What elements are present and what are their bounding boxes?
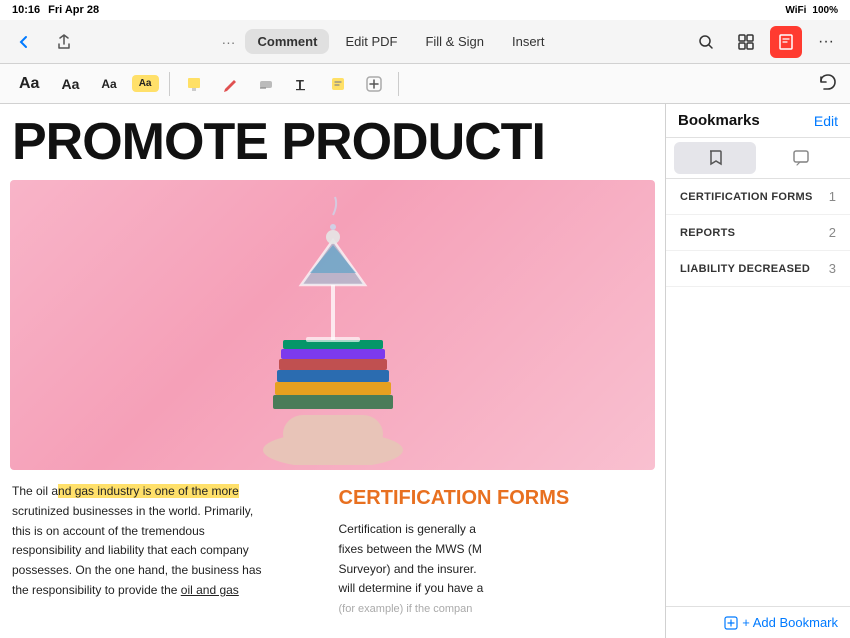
page-content: PROMOTE PRODUCTI xyxy=(0,104,665,638)
add-bookmark-button[interactable]: + Add Bookmark xyxy=(724,615,838,630)
document-image xyxy=(10,180,655,470)
status-left: 10:16 Fri Apr 28 xyxy=(12,4,99,16)
sidebar-title: Bookmarks xyxy=(678,112,760,129)
document-area: PROMOTE PRODUCTI xyxy=(0,104,665,638)
bookmark-number-3: 3 xyxy=(829,261,836,276)
highlight-tool-button[interactable] xyxy=(180,70,208,98)
status-right: WiFi 100% xyxy=(785,5,838,16)
sidebar-edit-button[interactable]: Edit xyxy=(814,113,838,129)
note-tool-button[interactable] xyxy=(324,70,352,98)
text-size-xsmall[interactable]: Aa xyxy=(132,75,159,92)
more-options-button[interactable]: ··· xyxy=(810,26,842,58)
tab-edit-pdf[interactable]: Edit PDF xyxy=(333,29,409,54)
search-button[interactable] xyxy=(690,26,722,58)
battery-icon: 100% xyxy=(812,5,838,16)
tab-insert[interactable]: Insert xyxy=(500,29,557,54)
toolbar-left xyxy=(8,26,80,58)
status-bar: 10:16 Fri Apr 28 WiFi 100% xyxy=(0,0,850,20)
status-time: 10:16 xyxy=(12,4,40,16)
top-toolbar: ··· Comment Edit PDF Fill & Sign Insert xyxy=(0,20,850,64)
toolbar-right: ··· xyxy=(690,26,842,58)
text-size-large[interactable]: Aa xyxy=(12,72,46,96)
bookmark-label-2: REPORTS xyxy=(680,227,735,239)
highlighted-text: nd gas industry is one of the more xyxy=(58,484,239,498)
doc-text-section: The oil and gas industry is one of the m… xyxy=(0,474,665,627)
signature-tool-button[interactable] xyxy=(360,70,388,98)
status-day: Fri Apr 28 xyxy=(48,4,99,16)
back-button[interactable] xyxy=(8,26,40,58)
bookmark-number-2: 2 xyxy=(829,225,836,240)
tab-comment[interactable]: Comment xyxy=(245,29,329,54)
bookmark-item-3[interactable]: LIABILITY DECREASED 3 xyxy=(666,251,850,287)
separator-1 xyxy=(169,72,170,96)
left-column: The oil and gas industry is one of the m… xyxy=(12,482,327,619)
bookmark-list: CERTIFICATION FORMS 1 REPORTS 2 LIABILIT… xyxy=(666,179,850,606)
share-button[interactable] xyxy=(48,26,80,58)
secondary-toolbar: Aa Aa Aa Aa T xyxy=(0,64,850,104)
separator-2 xyxy=(398,72,399,96)
bookmark-number-1: 1 xyxy=(829,189,836,204)
toolbar-center: ··· Comment Edit PDF Fill & Sign Insert xyxy=(92,29,686,54)
pen-tool-button[interactable] xyxy=(216,70,244,98)
eraser-tool-button[interactable] xyxy=(252,70,280,98)
cert-heading: CERTIFICATION FORMS xyxy=(339,482,654,514)
text-tool-button[interactable]: T xyxy=(288,70,316,98)
bookmark-item-2[interactable]: REPORTS 2 xyxy=(666,215,850,251)
undo-button[interactable] xyxy=(818,72,838,95)
document-title: PROMOTE PRODUCTI xyxy=(0,104,665,176)
bookmark-label-1: CERTIFICATION FORMS xyxy=(680,191,813,203)
bookmark-panel-button[interactable] xyxy=(770,26,802,58)
underlined-text: oil and gas xyxy=(181,583,239,597)
grid-button[interactable] xyxy=(730,26,762,58)
tab-fill-sign[interactable]: Fill & Sign xyxy=(413,29,496,54)
right-column: CERTIFICATION FORMS Certification is gen… xyxy=(339,482,654,619)
bookmark-label-3: LIABILITY DECREASED xyxy=(680,263,810,275)
comment-tab[interactable] xyxy=(760,142,842,174)
text-size-small[interactable]: Aa xyxy=(94,74,123,94)
more-dots-icon: ··· xyxy=(818,33,834,51)
text-size-medium[interactable]: Aa xyxy=(54,73,86,95)
bookmark-item-1[interactable]: CERTIFICATION FORMS 1 xyxy=(666,179,850,215)
sidebar: Bookmarks Edit CERTIFICATION FORMS 1 xyxy=(665,104,850,638)
main-layout: PROMOTE PRODUCTI xyxy=(0,104,850,638)
add-bookmark-label: + Add Bookmark xyxy=(742,615,838,630)
wifi-icon: WiFi xyxy=(785,5,806,16)
sidebar-tabs xyxy=(666,138,850,179)
bookmark-tab[interactable] xyxy=(674,142,756,174)
add-bookmark-section: + Add Bookmark xyxy=(666,606,850,638)
sidebar-header: Bookmarks Edit xyxy=(666,104,850,138)
